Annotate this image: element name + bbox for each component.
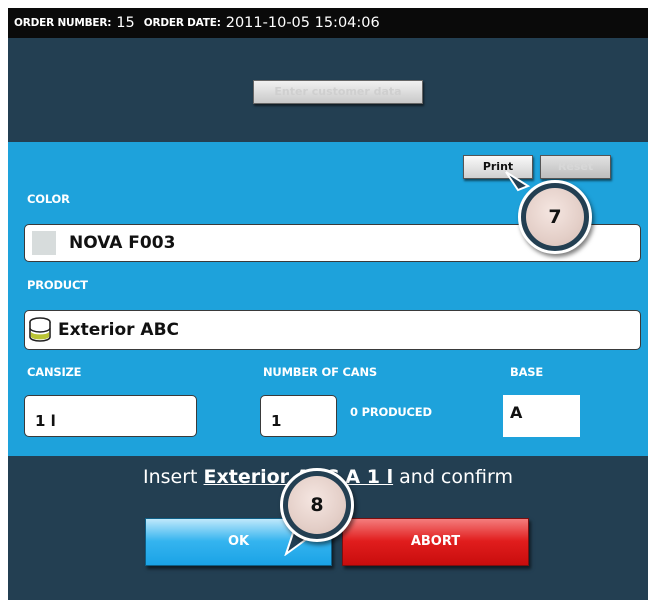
number-of-cans-field[interactable]: 1 (260, 395, 337, 437)
instruction-prefix: Insert (143, 466, 204, 488)
reset-button[interactable]: Reset (540, 155, 611, 179)
paint-can-icon (28, 316, 52, 344)
order-date-label: ORDER DATE: (143, 17, 221, 29)
cansize-field[interactable]: 1 l (24, 395, 197, 437)
color-swatch (32, 231, 56, 255)
produced-count: 0 PRODUCED (350, 405, 432, 419)
order-number-label: ORDER NUMBER: (14, 17, 112, 29)
color-label: COLOR (27, 192, 70, 206)
step-7-number: 7 (526, 188, 584, 246)
order-number-value: 15 (116, 15, 135, 31)
color-value: NOVA F003 (69, 233, 176, 253)
product-field[interactable]: Exterior ABC (24, 310, 641, 350)
base-value: A (503, 395, 580, 437)
instruction-suffix: and confirm (393, 466, 513, 488)
cansize-value: 1 l (35, 412, 56, 430)
order-info-bar: ORDER NUMBER: 15 ORDER DATE: 2011-10-05 … (8, 8, 648, 38)
order-date-value: 2011-10-05 15:04:06 (225, 15, 380, 31)
product-label: PRODUCT (27, 278, 88, 292)
step-7-badge: 7 (518, 180, 592, 254)
enter-customer-data-button[interactable]: Enter customer data (253, 80, 423, 104)
step-8-number: 8 (288, 476, 346, 534)
number-of-cans-value: 1 (271, 412, 282, 430)
number-of-cans-label: NUMBER OF CANS (263, 365, 377, 379)
base-label: BASE (510, 365, 544, 379)
step-8-badge: 8 (280, 468, 354, 542)
cansize-label: CANSIZE (27, 365, 82, 379)
abort-button[interactable]: ABORT (342, 518, 529, 566)
product-value: Exterior ABC (58, 320, 180, 340)
